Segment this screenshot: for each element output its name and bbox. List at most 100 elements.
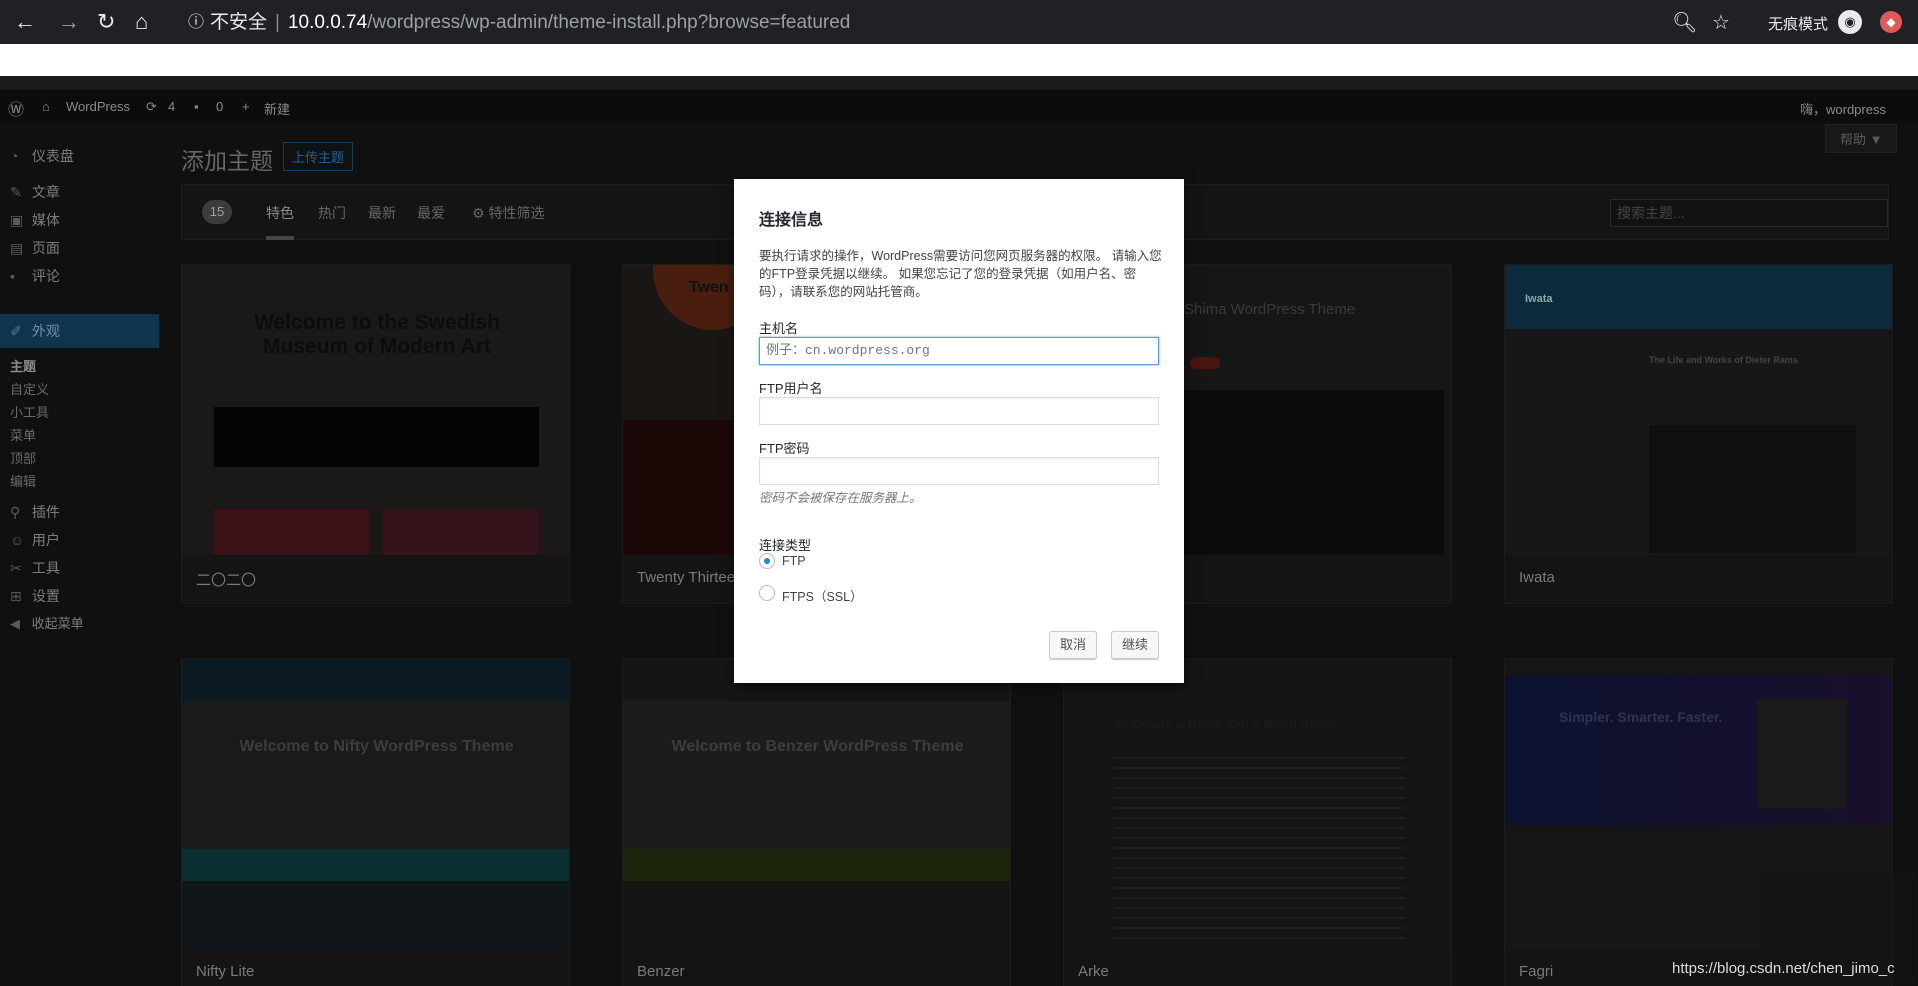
- tab-favorites[interactable]: 最爱: [417, 203, 445, 223]
- theme-search-input[interactable]: 搜索主题...: [1610, 199, 1888, 227]
- theme-preview-heading: The Life and Works of Dieter Rams: [1649, 355, 1798, 365]
- continue-button[interactable]: 继续: [1111, 631, 1160, 659]
- zoom-icon[interactable]: 🔍︎: [1672, 10, 1697, 35]
- connection-info-dialog: 连接信息 要执行请求的操作，WordPress需要访问您网页服务器的权限。 请输…: [734, 179, 1184, 683]
- theme-card[interactable]: Iwata The Life and Works of Dieter Rams …: [1504, 264, 1893, 604]
- page-icon: ▤: [10, 240, 24, 256]
- hostname-input[interactable]: 例子：cn.wordpress.org: [759, 337, 1159, 365]
- incognito-label: 无痕模式: [1768, 16, 1829, 33]
- ftp-username-input[interactable]: [759, 397, 1159, 425]
- preview-topbar: [182, 659, 569, 701]
- theme-preview-heading: To Create a Habit, Tell a Good Story: [1114, 717, 1334, 732]
- submenu-customize[interactable]: 自定义: [10, 379, 49, 398]
- sidebar-item-appearance[interactable]: ✐ 外观: [10, 321, 60, 341]
- theme-name: Twenty Thirteen: [637, 569, 744, 586]
- sidebar-item-dashboard[interactable]: ◔ 仪表盘: [10, 146, 74, 166]
- sidebar-item-users[interactable]: ☺ 用户: [10, 530, 60, 550]
- tab-feature-filter[interactable]: ⚙ 特性筛选: [472, 203, 544, 223]
- plugin-icon: ⚲: [10, 504, 21, 520]
- sidebar-item-media[interactable]: ▣ 媒体: [10, 210, 60, 230]
- theme-card[interactable]: Welcome to Benzer WordPress Theme Benzer: [622, 658, 1011, 986]
- new-content-link[interactable]: 新建: [264, 99, 290, 118]
- theme-name: Fagri: [1519, 963, 1554, 980]
- ftps-radio[interactable]: [759, 585, 775, 601]
- submenu-themes[interactable]: 主题: [10, 356, 36, 375]
- sidebar-item-label: 媒体: [31, 212, 60, 228]
- preview-block: [214, 509, 369, 555]
- preview-logo-text: Iwata: [1525, 293, 1553, 305]
- theme-name: Iwata: [1519, 569, 1555, 586]
- sidebar-item-settings[interactable]: ⊞ 设置: [10, 586, 60, 606]
- extension-icon[interactable]: ◆: [1880, 11, 1902, 33]
- sidebar-item-label: 收起菜单: [31, 616, 84, 631]
- help-button[interactable]: 帮助 ▼: [1825, 124, 1898, 153]
- sidebar-item-tools[interactable]: ✂ 工具: [10, 558, 60, 578]
- theme-screenshot: Welcome to Benzer WordPress Theme: [623, 659, 1010, 949]
- submenu-header[interactable]: 顶部: [10, 448, 36, 467]
- tab-popular[interactable]: 热门: [318, 203, 346, 223]
- preview-hero: [623, 701, 1010, 849]
- submenu-menus[interactable]: 菜单: [10, 425, 36, 444]
- url-separator: |: [275, 12, 280, 33]
- sidebar-item-comments[interactable]: ▪ 评论: [10, 266, 60, 286]
- theme-name: 二〇二〇: [196, 572, 257, 589]
- updates-count: 4: [168, 99, 176, 114]
- upload-theme-button[interactable]: 上传主题: [283, 142, 354, 171]
- updates-icon[interactable]: ⟳: [146, 99, 157, 115]
- sidebar-item-plugins[interactable]: ⚲ 插件: [10, 502, 60, 522]
- sidebar-item-label: 设置: [31, 588, 60, 604]
- reload-icon[interactable]: ↻: [97, 10, 115, 34]
- ftp-radio-label[interactable]: FTP: [782, 554, 806, 568]
- watermark-text: https://blog.csdn.net/chen_jimo_c: [1672, 960, 1895, 977]
- site-name-link[interactable]: WordPress: [66, 99, 130, 114]
- theme-preview-heading: Twen: [689, 279, 729, 296]
- preview-block: [214, 407, 539, 467]
- theme-card[interactable]: Welcome to Nifty WordPress Theme Nifty L…: [181, 658, 570, 986]
- ftps-radio-label[interactable]: FTPS（SSL）: [782, 586, 863, 605]
- comment-icon: ▪: [10, 268, 15, 284]
- preview-hero: [182, 701, 569, 849]
- sidebar-item-collapse[interactable]: ◀ 收起菜单: [10, 614, 84, 634]
- back-icon[interactable]: ←: [14, 10, 36, 34]
- preview-photo: [1649, 425, 1856, 553]
- submenu-widgets[interactable]: 小工具: [10, 402, 49, 421]
- tab-latest[interactable]: 最新: [368, 203, 396, 223]
- tab-label: 特性筛选: [488, 205, 545, 221]
- dialog-description: 要执行请求的操作，WordPress需要访问您网页服务器的权限。 请输入您的FT…: [759, 249, 1162, 299]
- ftp-radio[interactable]: [759, 553, 775, 569]
- star-icon[interactable]: ☆: [1712, 10, 1730, 35]
- wordpress-logo-icon[interactable]: Ⓦ: [8, 96, 24, 120]
- url-path: /wordpress/wp-admin/theme-install.php?br…: [367, 12, 851, 33]
- theme-preview-heading: Shima WordPress Theme: [1184, 301, 1356, 318]
- theme-screenshot: Welcome to the Swedish Museum of Modern …: [182, 265, 569, 555]
- password-note: 密码不会被保存在服务器上。: [759, 491, 922, 505]
- theme-screenshot: To Create a Habit, Tell a Good Story: [1064, 659, 1451, 949]
- tab-featured[interactable]: 特色: [266, 203, 294, 240]
- home-icon[interactable]: ⌂: [135, 10, 148, 34]
- theme-preview-heading: Simpler. Smarter. Faster.: [1559, 709, 1723, 725]
- admin-sidebar: ◔ 仪表盘 ✎ 文章 ▣ 媒体 ▤ 页面 ▪ 评论 ✐ 外观 主题 自定义 小工…: [0, 122, 159, 986]
- cancel-button[interactable]: 取消: [1049, 631, 1098, 659]
- home-icon: ⌂: [42, 99, 50, 114]
- comments-icon[interactable]: ▪: [194, 99, 199, 114]
- sidebar-item-posts[interactable]: ✎ 文章: [10, 182, 60, 202]
- submenu-editor[interactable]: 编辑: [10, 471, 36, 490]
- user-icon: ☺: [10, 532, 25, 548]
- comments-count: 0: [216, 99, 224, 114]
- ftp-password-input[interactable]: [759, 457, 1159, 485]
- info-icon[interactable]: ⓘ: [188, 11, 204, 35]
- address-bar[interactable]: ⓘ 不安全 | 10.0.0.74/wordpress/wp-admin/theme-…: [178, 11, 850, 35]
- theme-name: Benzer: [637, 963, 685, 980]
- pin-icon: ✎: [10, 184, 22, 200]
- url-host: 10.0.0.74: [287, 12, 368, 33]
- sidebar-item-pages[interactable]: ▤ 页面: [10, 238, 60, 258]
- theme-card[interactable]: To Create a Habit, Tell a Good Story Ark…: [1063, 658, 1452, 986]
- gear-icon: ⚙: [472, 205, 485, 221]
- incognito-icon[interactable]: ◉: [1838, 10, 1862, 34]
- theme-card[interactable]: Welcome to the Swedish Museum of Modern …: [181, 264, 570, 604]
- forward-icon[interactable]: →: [58, 10, 80, 34]
- theme-screenshot: Iwata The Life and Works of Dieter Rams: [1505, 265, 1892, 555]
- ftp-username-label: FTP用户名: [759, 381, 823, 396]
- sidebar-item-label: 评论: [31, 268, 60, 284]
- user-greeting[interactable]: 嗨，wordpress: [1800, 99, 1886, 118]
